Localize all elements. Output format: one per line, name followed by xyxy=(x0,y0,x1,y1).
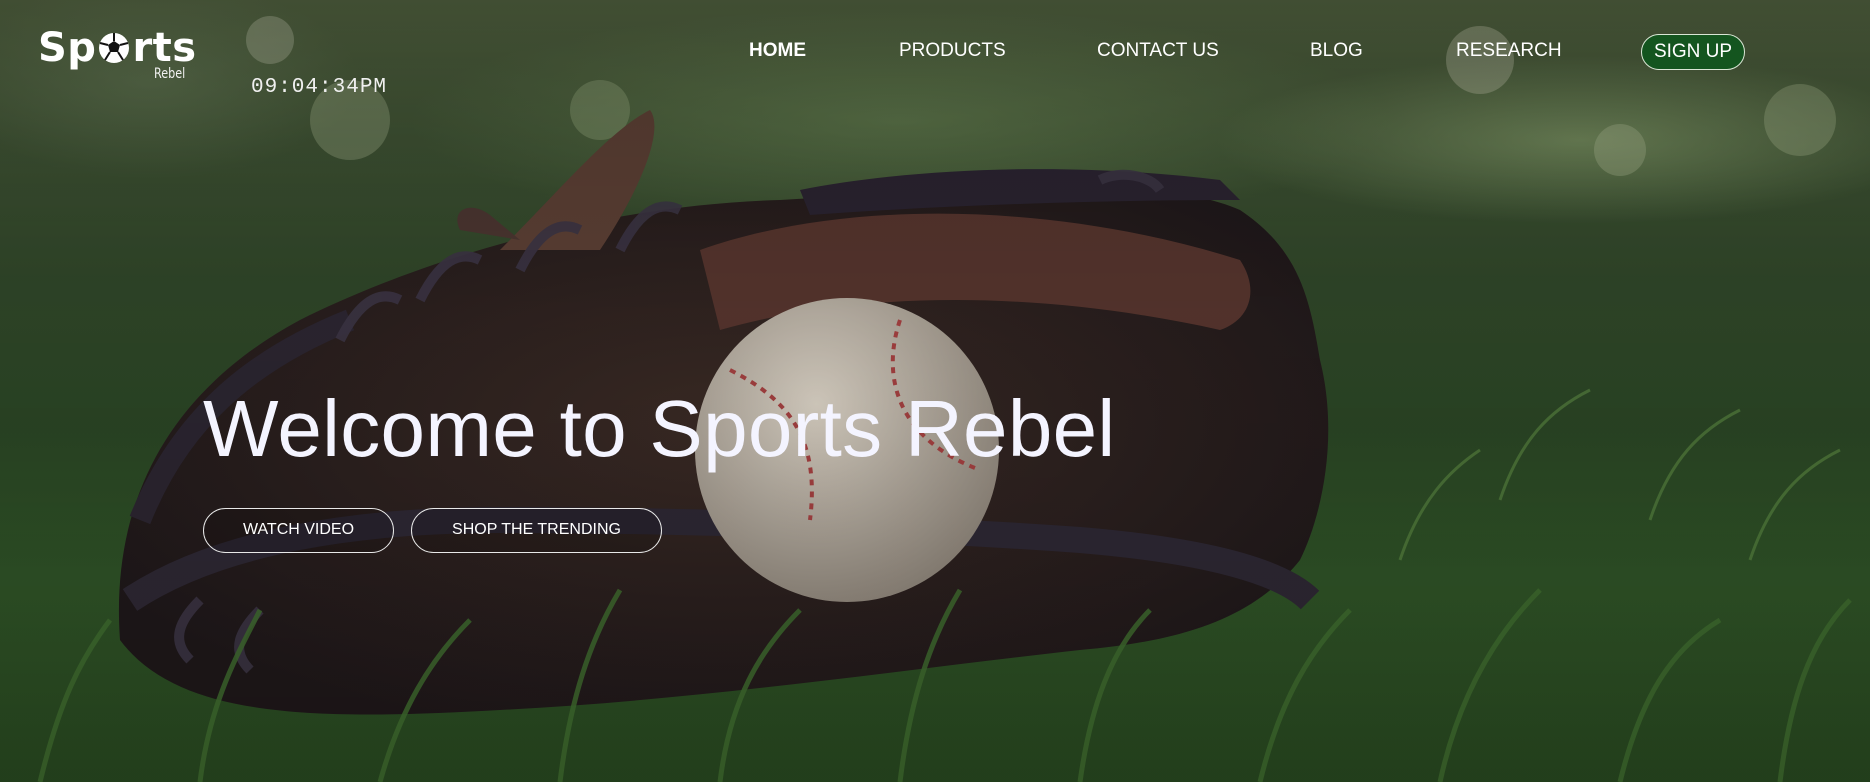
nav-item-products[interactable]: PRODUCTS xyxy=(899,40,1006,62)
clock-display: 09:04:34PM xyxy=(251,76,388,99)
hero-headline: Welcome to Sports Rebel xyxy=(203,384,1116,473)
watch-video-button[interactable]: WATCH VIDEO xyxy=(203,508,394,553)
logo-subtitle: Rebel xyxy=(154,66,186,82)
nav-item-contact-us[interactable]: CONTACT US xyxy=(1097,40,1219,62)
nav-item-blog[interactable]: BLOG xyxy=(1310,40,1363,62)
nav-item-research[interactable]: RESEARCH xyxy=(1456,40,1562,62)
main-nav: HOME PRODUCTS CONTACT US BLOG RESEARCH xyxy=(0,40,1870,68)
sign-up-button[interactable]: SIGN UP xyxy=(1641,34,1745,70)
shop-trending-button[interactable]: SHOP THE TRENDING xyxy=(411,508,662,553)
nav-item-home[interactable]: HOME xyxy=(749,40,806,62)
